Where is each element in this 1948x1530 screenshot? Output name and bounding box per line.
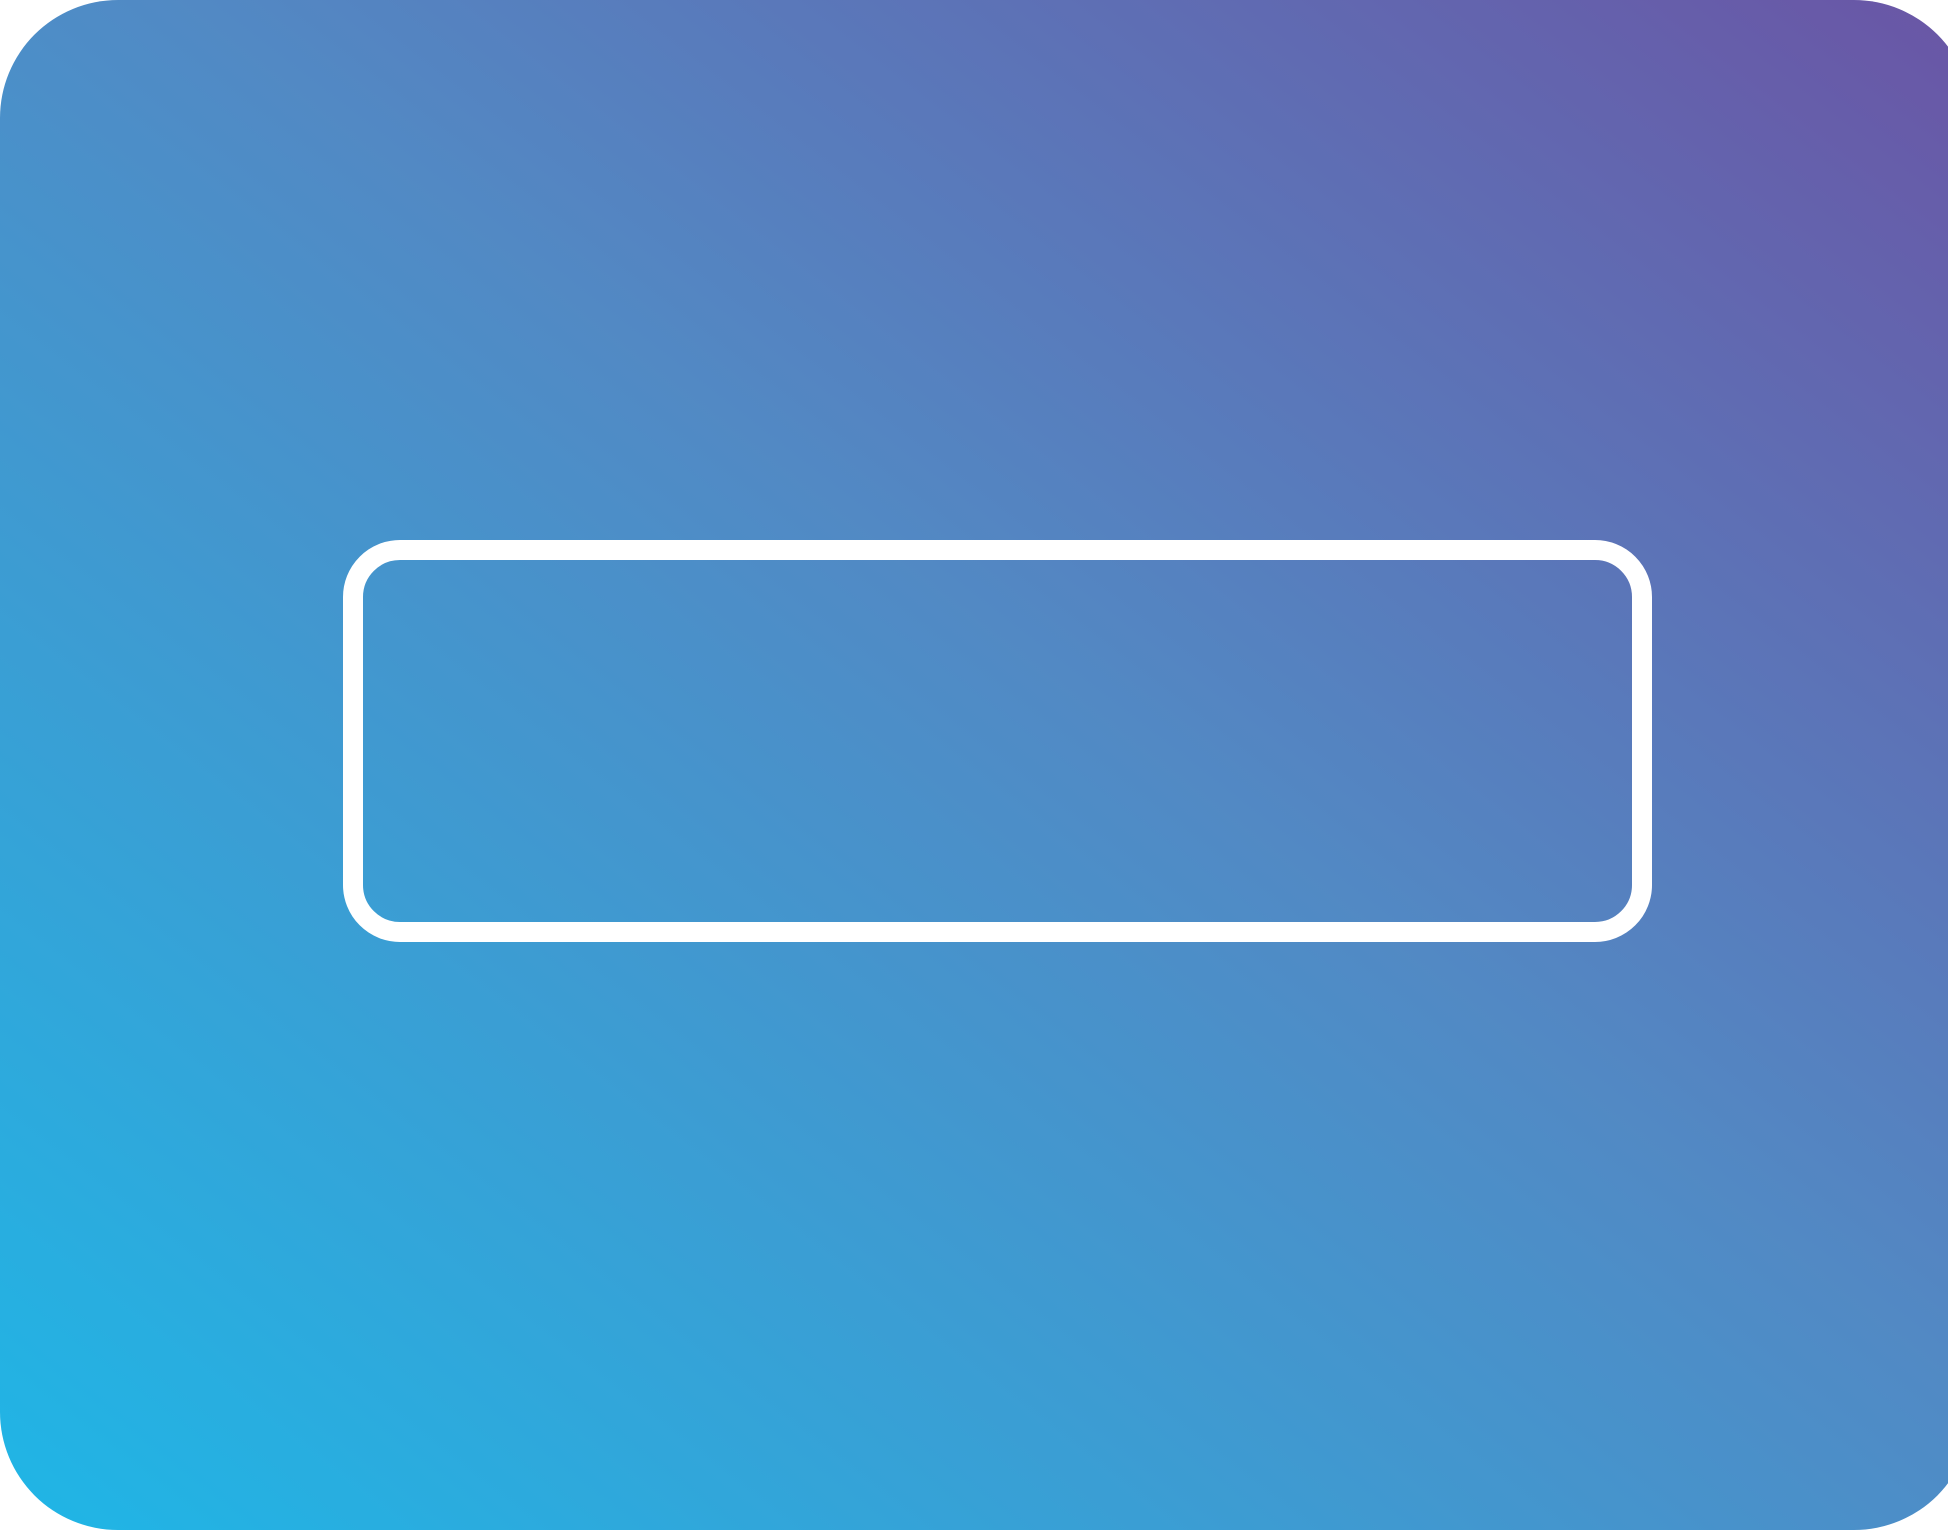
text-field-outline-icon	[343, 540, 1652, 942]
app-icon-tile	[0, 0, 1948, 1530]
